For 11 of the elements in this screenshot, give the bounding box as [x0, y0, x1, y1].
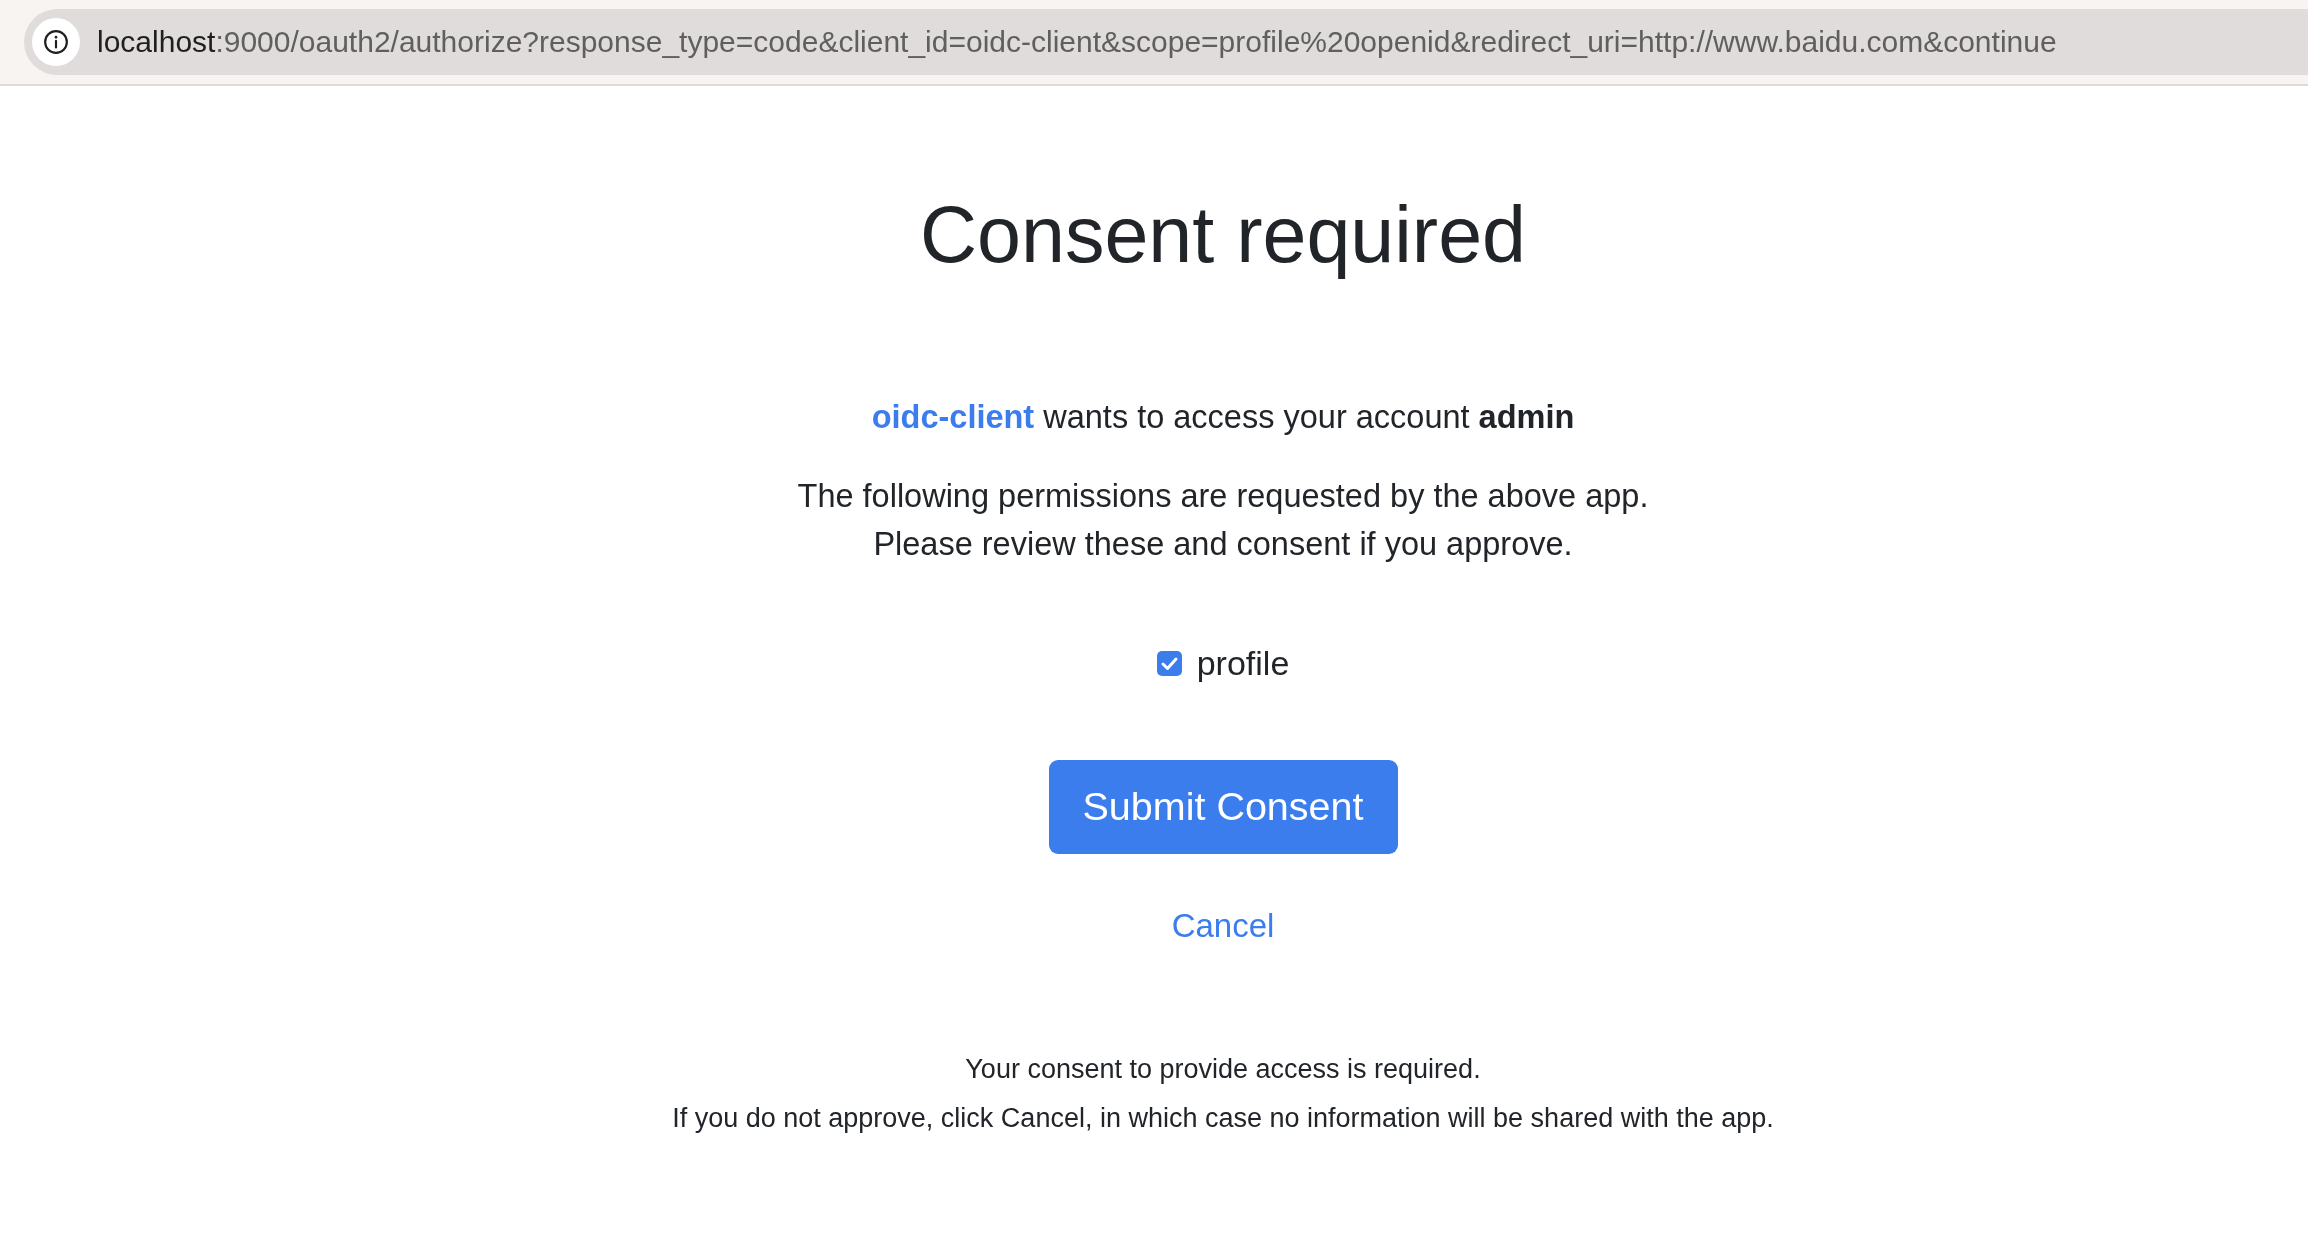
submit-consent-button[interactable]: Submit Consent	[1048, 760, 1398, 854]
checked-checkbox[interactable]	[1156, 650, 1182, 676]
permissions-text: Please review these and consent if you approve.	[873, 525, 1573, 564]
consent-note: Your consent to provide access is required.	[965, 1053, 1481, 1086]
scope-label: profile	[1196, 643, 1290, 684]
cancel-link[interactable]: Cancel	[1171, 902, 1275, 950]
permissions-text: The following permissions are requested by the above app.	[797, 477, 1649, 516]
consent-note: If you do not approve, click Cancel, in which case no information will be shared with the app.	[672, 1102, 1774, 1135]
page-heading: Consent required	[919, 189, 1526, 281]
site-info-icon[interactable]	[32, 18, 80, 66]
request-text: oidc-client wants to access your account admin	[871, 398, 1575, 437]
